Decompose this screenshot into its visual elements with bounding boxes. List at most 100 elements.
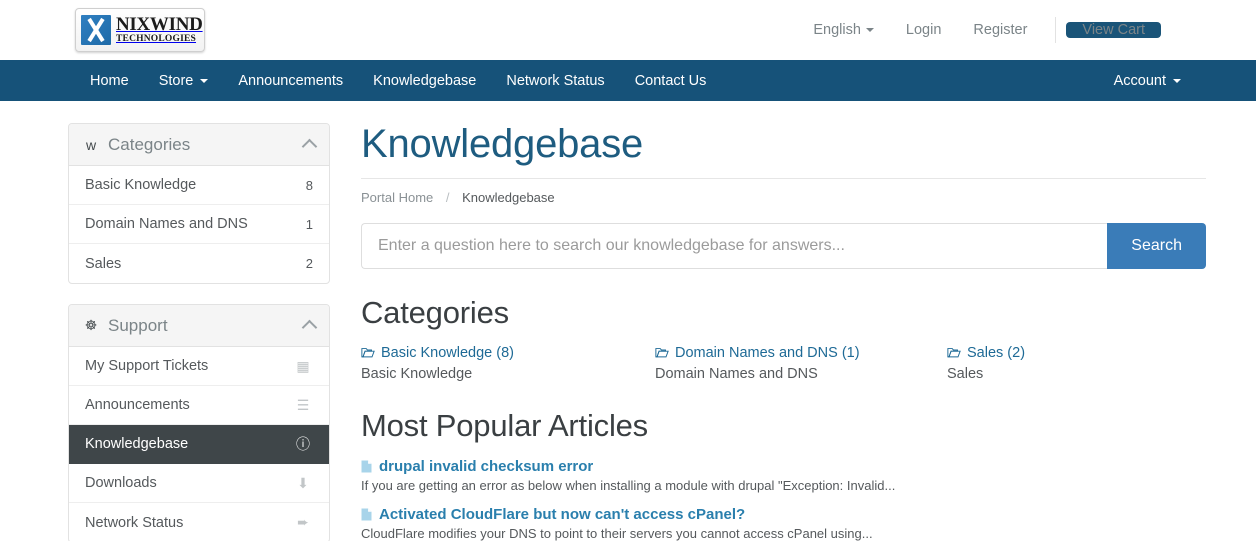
- main-content: Knowledgebase Portal Home / Knowledgebas…: [361, 123, 1206, 541]
- category-description: Basic Knowledge: [361, 366, 473, 382]
- sidebar-item-network-status[interactable]: Network Status ➨: [69, 503, 329, 541]
- category-link-label: Domain Names and DNS (1): [675, 345, 860, 361]
- sidebar-item-knowledgebase[interactable]: Knowledgebase ⓘ: [69, 425, 329, 464]
- top-bar: NIXWIND TECHNOLOGIES English Login Regis…: [0, 0, 1256, 60]
- folder-open-icon: [361, 348, 375, 358]
- list-item: drupal invalid checksum error If you are…: [361, 458, 1206, 493]
- site-logo[interactable]: NIXWIND TECHNOLOGIES: [75, 8, 205, 52]
- logo-text: NIXWIND TECHNOLOGIES: [116, 15, 203, 45]
- file-icon: [361, 508, 372, 521]
- ticket-icon: ▦: [296, 357, 310, 374]
- sidebar-category-label: Domain Names and DNS: [85, 216, 248, 232]
- sidebar-item-label: Announcements: [85, 397, 190, 413]
- nav-item-store-label: Store: [158, 72, 194, 89]
- category-link-sales[interactable]: Sales (2): [947, 345, 1206, 361]
- category-link-label: Sales (2): [967, 345, 1026, 361]
- categories-panel-title: Categories: [108, 134, 191, 154]
- chevron-up-icon[interactable]: [301, 138, 318, 155]
- folder-open-icon: [655, 348, 669, 358]
- categories-grid: Basic Knowledge (8) Basic Knowledge Doma…: [361, 345, 1206, 382]
- categories-panel: w Categories Basic Knowledge 8 Domain Na…: [68, 123, 330, 284]
- nav-item-home[interactable]: Home: [75, 60, 144, 101]
- sidebar-item-my-support-tickets[interactable]: My Support Tickets ▦: [69, 347, 329, 386]
- chevron-up-icon[interactable]: [301, 319, 318, 336]
- sidebar-item-announcements[interactable]: Announcements ☰: [69, 386, 329, 425]
- chevron-down-icon: [200, 78, 209, 83]
- category-description: Sales: [947, 366, 984, 382]
- articles-heading: Most Popular Articles: [361, 408, 648, 443]
- logo-tagline: TECHNOLOGIES: [116, 34, 197, 45]
- sidebar-category-basic-knowledge[interactable]: Basic Knowledge 8: [69, 166, 329, 205]
- breadcrumb-current: Knowledgebase: [462, 190, 555, 205]
- main-navigation: Home Store Announcements Knowledgebase N…: [0, 60, 1256, 101]
- sidebar: w Categories Basic Knowledge 8 Domain Na…: [68, 123, 330, 541]
- breadcrumb-separator: /: [445, 190, 450, 205]
- sidebar-category-count: 2: [305, 256, 313, 271]
- page-title: Knowledgebase: [361, 122, 644, 166]
- categories-heading: Categories: [361, 295, 509, 330]
- nav-item-announcements[interactable]: Announcements: [223, 60, 358, 101]
- article-snippet: If you are getting an error as below whe…: [361, 478, 896, 493]
- chevron-down-icon: [865, 28, 874, 33]
- nav-item-account-label: Account: [1113, 72, 1166, 89]
- sidebar-item-label: Knowledgebase: [85, 436, 189, 452]
- category-link-domain-names-and-dns[interactable]: Domain Names and DNS (1): [655, 345, 947, 361]
- sidebar-category-label: Basic Knowledge: [85, 177, 197, 193]
- category-link-label: Basic Knowledge (8): [381, 345, 514, 361]
- nav-item-contact-us[interactable]: Contact Us: [620, 60, 722, 101]
- divider: [1055, 17, 1057, 43]
- category-cell: Domain Names and DNS (1) Domain Names an…: [655, 345, 947, 382]
- category-cell: Sales (2) Sales: [947, 345, 1206, 382]
- categories-panel-header[interactable]: w Categories: [69, 124, 329, 166]
- sidebar-item-label: Network Status: [85, 514, 184, 531]
- chevron-down-icon: [1173, 78, 1181, 83]
- download-icon: ⬇: [297, 474, 309, 491]
- sidebar-category-count: 1: [305, 216, 313, 232]
- register-link[interactable]: Register: [957, 22, 1043, 38]
- breadcrumb-home[interactable]: Portal Home: [361, 190, 433, 205]
- sidebar-category-domain-names-and-dns[interactable]: Domain Names and DNS 1: [69, 205, 329, 244]
- knowledgebase-search: Search: [361, 223, 1206, 269]
- sidebar-category-count: 8: [305, 177, 313, 193]
- sidebar-item-label: Downloads: [85, 475, 157, 491]
- category-cell: Basic Knowledge (8) Basic Knowledge: [361, 345, 655, 382]
- article-link-activated-cloudflare[interactable]: Activated CloudFlare but now can't acces…: [361, 506, 1206, 523]
- nav-item-store[interactable]: Store: [144, 60, 224, 101]
- support-panel-header[interactable]: ☸ Support: [69, 305, 329, 347]
- sidebar-category-label: Sales: [85, 255, 122, 272]
- article-link-drupal-invalid-checksum-error[interactable]: drupal invalid checksum error: [361, 458, 1206, 475]
- sidebar-item-label: My Support Tickets: [85, 358, 209, 374]
- sidebar-item-downloads[interactable]: Downloads ⬇: [69, 464, 329, 503]
- file-icon: [361, 460, 372, 473]
- breadcrumb: Portal Home / Knowledgebase: [361, 179, 1206, 205]
- list-icon: ☰: [296, 396, 310, 413]
- search-button[interactable]: Search: [1107, 223, 1206, 269]
- page-body: w Categories Basic Knowledge 8 Domain Na…: [0, 101, 1256, 541]
- support-panel-title: Support: [108, 315, 168, 335]
- info-icon: w: [85, 136, 97, 153]
- nav-item-knowledgebase[interactable]: Knowledgebase: [358, 60, 491, 101]
- login-link[interactable]: Login: [890, 22, 957, 38]
- x-mark-logo-icon: [81, 15, 111, 45]
- nav-item-network-status[interactable]: Network Status: [491, 60, 619, 101]
- rocket-icon: ➨: [297, 514, 309, 530]
- article-snippet: CloudFlare modifies your DNS to point to…: [361, 526, 873, 541]
- folder-open-icon: [947, 348, 961, 358]
- logo-brand-name: NIXWIND: [116, 14, 203, 36]
- language-selector[interactable]: English: [797, 22, 890, 38]
- support-panel: ☸ Support My Support Tickets ▦ Announcem…: [68, 304, 330, 541]
- article-title-label: drupal invalid checksum error: [379, 458, 594, 475]
- list-item: Activated CloudFlare but now can't acces…: [361, 506, 1206, 541]
- info-circle-icon: ⓘ: [296, 436, 310, 452]
- article-title-label: Activated CloudFlare but now can't acces…: [379, 506, 746, 523]
- language-label: English: [813, 22, 861, 38]
- sidebar-category-sales[interactable]: Sales 2: [69, 244, 329, 283]
- nav-item-account[interactable]: Account: [1099, 60, 1196, 101]
- category-link-basic-knowledge[interactable]: Basic Knowledge (8): [361, 345, 655, 361]
- lifebuoy-icon: ☸: [84, 317, 98, 333]
- top-bar-links: English Login Register View Cart: [797, 17, 1161, 43]
- category-description: Domain Names and DNS: [655, 366, 818, 382]
- search-input[interactable]: [361, 223, 1108, 269]
- view-cart-button[interactable]: View Cart: [1066, 22, 1161, 38]
- popular-articles-list: drupal invalid checksum error If you are…: [361, 458, 1206, 541]
